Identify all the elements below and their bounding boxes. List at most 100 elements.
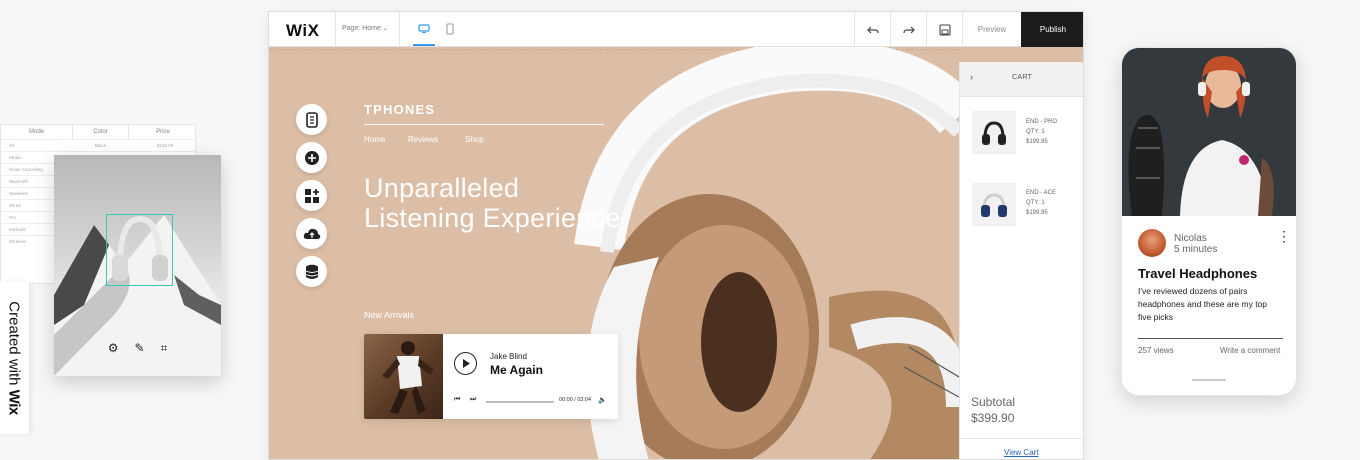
column-header: Color bbox=[73, 125, 129, 139]
play-icon bbox=[462, 359, 470, 368]
desktop-view-icon[interactable] bbox=[417, 22, 431, 36]
cart-item-name: END - PRO bbox=[1026, 119, 1058, 125]
table-cell: Studio bbox=[9, 155, 22, 160]
mobile-view-icon[interactable] bbox=[443, 22, 457, 36]
preview-button[interactable]: Preview bbox=[963, 12, 1021, 47]
table-cell: $100.00 bbox=[157, 143, 174, 148]
created-with-badge[interactable]: Created with Wix bbox=[0, 282, 29, 434]
editor-topbar: WiX Page: Home ⌄ Preview Publish bbox=[269, 12, 1083, 47]
upload-button[interactable] bbox=[296, 218, 327, 249]
divider bbox=[1138, 338, 1283, 339]
post-title[interactable]: Travel Headphones bbox=[1138, 266, 1257, 281]
pages-button[interactable] bbox=[296, 104, 327, 135]
save-button[interactable] bbox=[927, 12, 962, 47]
brand-underline bbox=[364, 124, 604, 125]
add-icon bbox=[304, 150, 319, 165]
crop-icon[interactable]: ⌗ bbox=[161, 341, 168, 356]
page-selector-label: Page: Home bbox=[342, 25, 381, 32]
cart-item-image[interactable] bbox=[972, 111, 1016, 154]
view-count: 257 views bbox=[1138, 346, 1174, 355]
image-toolbar: ⚙ ✎ ⌗ bbox=[54, 341, 221, 356]
table-cell: Sit bbox=[9, 143, 15, 148]
hero-line-1: Unparalleled bbox=[364, 173, 520, 203]
badge-brand: Wix bbox=[5, 389, 23, 415]
table-cell: Noise Cancelling bbox=[9, 167, 43, 172]
table-cell: Wireless bbox=[9, 239, 27, 244]
badge-prefix: Created with bbox=[5, 301, 23, 386]
nav-shop[interactable]: Shop bbox=[465, 135, 484, 144]
post-excerpt: I've reviewed dozens of pairs headphones… bbox=[1138, 286, 1268, 322]
divider bbox=[399, 12, 400, 47]
nav-home[interactable]: Home bbox=[364, 135, 385, 144]
woman-skateboard-image bbox=[1122, 48, 1296, 216]
table-cell: Wired bbox=[9, 203, 21, 208]
cart-item-image[interactable] bbox=[972, 183, 1016, 226]
next-track-icon[interactable]: ⏭ bbox=[470, 396, 476, 404]
undo-icon bbox=[866, 26, 879, 33]
site-canvas[interactable]: TPHONES Home Reviews Shop Unparalleled L… bbox=[269, 47, 1083, 459]
database-icon bbox=[305, 264, 318, 279]
play-button[interactable] bbox=[454, 352, 477, 375]
settings-icon[interactable]: ⚙ bbox=[108, 341, 119, 356]
new-arrivals-label: New Arrivals bbox=[364, 310, 415, 320]
selection-frame[interactable] bbox=[106, 214, 173, 286]
publish-button[interactable]: Publish bbox=[1021, 12, 1083, 47]
blog-photo bbox=[1122, 48, 1296, 216]
cart-item-details: END - PRO QTY: 1 $199.95 bbox=[1026, 117, 1057, 147]
undo-button[interactable] bbox=[855, 12, 890, 47]
badge-text: Created with Wix bbox=[6, 301, 23, 414]
runner-thumbnail bbox=[364, 334, 443, 419]
write-comment-link[interactable]: Write a comment bbox=[1220, 346, 1280, 355]
previous-track-icon[interactable]: ⏮ bbox=[454, 396, 460, 404]
subtotal-value: $399.90 bbox=[971, 411, 1015, 425]
cart-item-price: $199.95 bbox=[1026, 139, 1048, 145]
music-player: Jake Blind Me Again ⏮ ⏭ 00:00 / 03:04 🔈 bbox=[364, 334, 618, 419]
divider bbox=[960, 438, 1083, 439]
redo-button[interactable] bbox=[891, 12, 926, 47]
image-editor-card: ⚙ ✎ ⌗ bbox=[54, 155, 221, 376]
add-button[interactable] bbox=[296, 142, 327, 173]
table-cell: Earbuds bbox=[9, 227, 26, 232]
save-icon bbox=[938, 23, 951, 36]
progress-bar[interactable] bbox=[486, 401, 554, 403]
runner-image bbox=[382, 341, 434, 414]
cart-item-qty: QTY: 1 bbox=[1026, 200, 1045, 206]
cart-item-name: END - ACE bbox=[1026, 190, 1057, 196]
divider bbox=[335, 12, 336, 47]
database-button[interactable] bbox=[296, 256, 327, 287]
chevron-down-icon: ⌄ bbox=[382, 26, 388, 32]
nav-reviews[interactable]: Reviews bbox=[408, 135, 438, 144]
black-headphones-image bbox=[982, 120, 1006, 145]
track-time: 00:00 / 03:04 bbox=[559, 397, 592, 403]
avatar[interactable] bbox=[1138, 229, 1166, 257]
home-indicator bbox=[1192, 379, 1226, 381]
table-cell: Bluetooth bbox=[9, 179, 29, 184]
table-cell: Black bbox=[95, 143, 107, 148]
view-cart-link[interactable]: View Cart bbox=[1004, 448, 1039, 457]
redo-icon bbox=[902, 26, 915, 33]
cart-header: › CART bbox=[960, 62, 1083, 97]
chevron-right-icon[interactable]: › bbox=[970, 72, 973, 82]
cart-item-qty: QTY: 1 bbox=[1026, 129, 1045, 135]
post-author[interactable]: Nicolas bbox=[1174, 233, 1207, 244]
table-cell: Pro bbox=[9, 215, 17, 220]
hero-heading[interactable]: Unparalleled Listening Experience bbox=[364, 173, 621, 233]
track-title: Me Again bbox=[490, 363, 543, 377]
table-cell: Speakers bbox=[9, 191, 29, 196]
more-options-icon[interactable]: ⋮ bbox=[1277, 229, 1291, 243]
wix-logo: WiX bbox=[286, 21, 320, 40]
column-header: Mode bbox=[1, 125, 73, 139]
cart-panel: › CART END - PRO QTY: 1 $199.95 END - AC… bbox=[959, 62, 1083, 459]
page-selector[interactable]: Page: Home ⌄ bbox=[342, 25, 388, 32]
site-brand[interactable]: TPHONES bbox=[364, 102, 435, 117]
volume-icon[interactable]: 🔈 bbox=[598, 396, 607, 404]
cart-title: CART bbox=[1012, 74, 1033, 81]
add-apps-button[interactable] bbox=[296, 180, 327, 211]
cart-item-price: $199.95 bbox=[1026, 210, 1048, 216]
blue-headphones-image bbox=[981, 192, 1007, 217]
edit-icon[interactable]: ✎ bbox=[134, 341, 144, 356]
table-row: Sit Black $100.00 bbox=[1, 139, 197, 151]
upload-icon bbox=[303, 228, 320, 239]
post-time: 5 minutes bbox=[1174, 244, 1218, 255]
cart-item-details: END - ACE QTY: 1 $199.95 bbox=[1026, 188, 1056, 218]
